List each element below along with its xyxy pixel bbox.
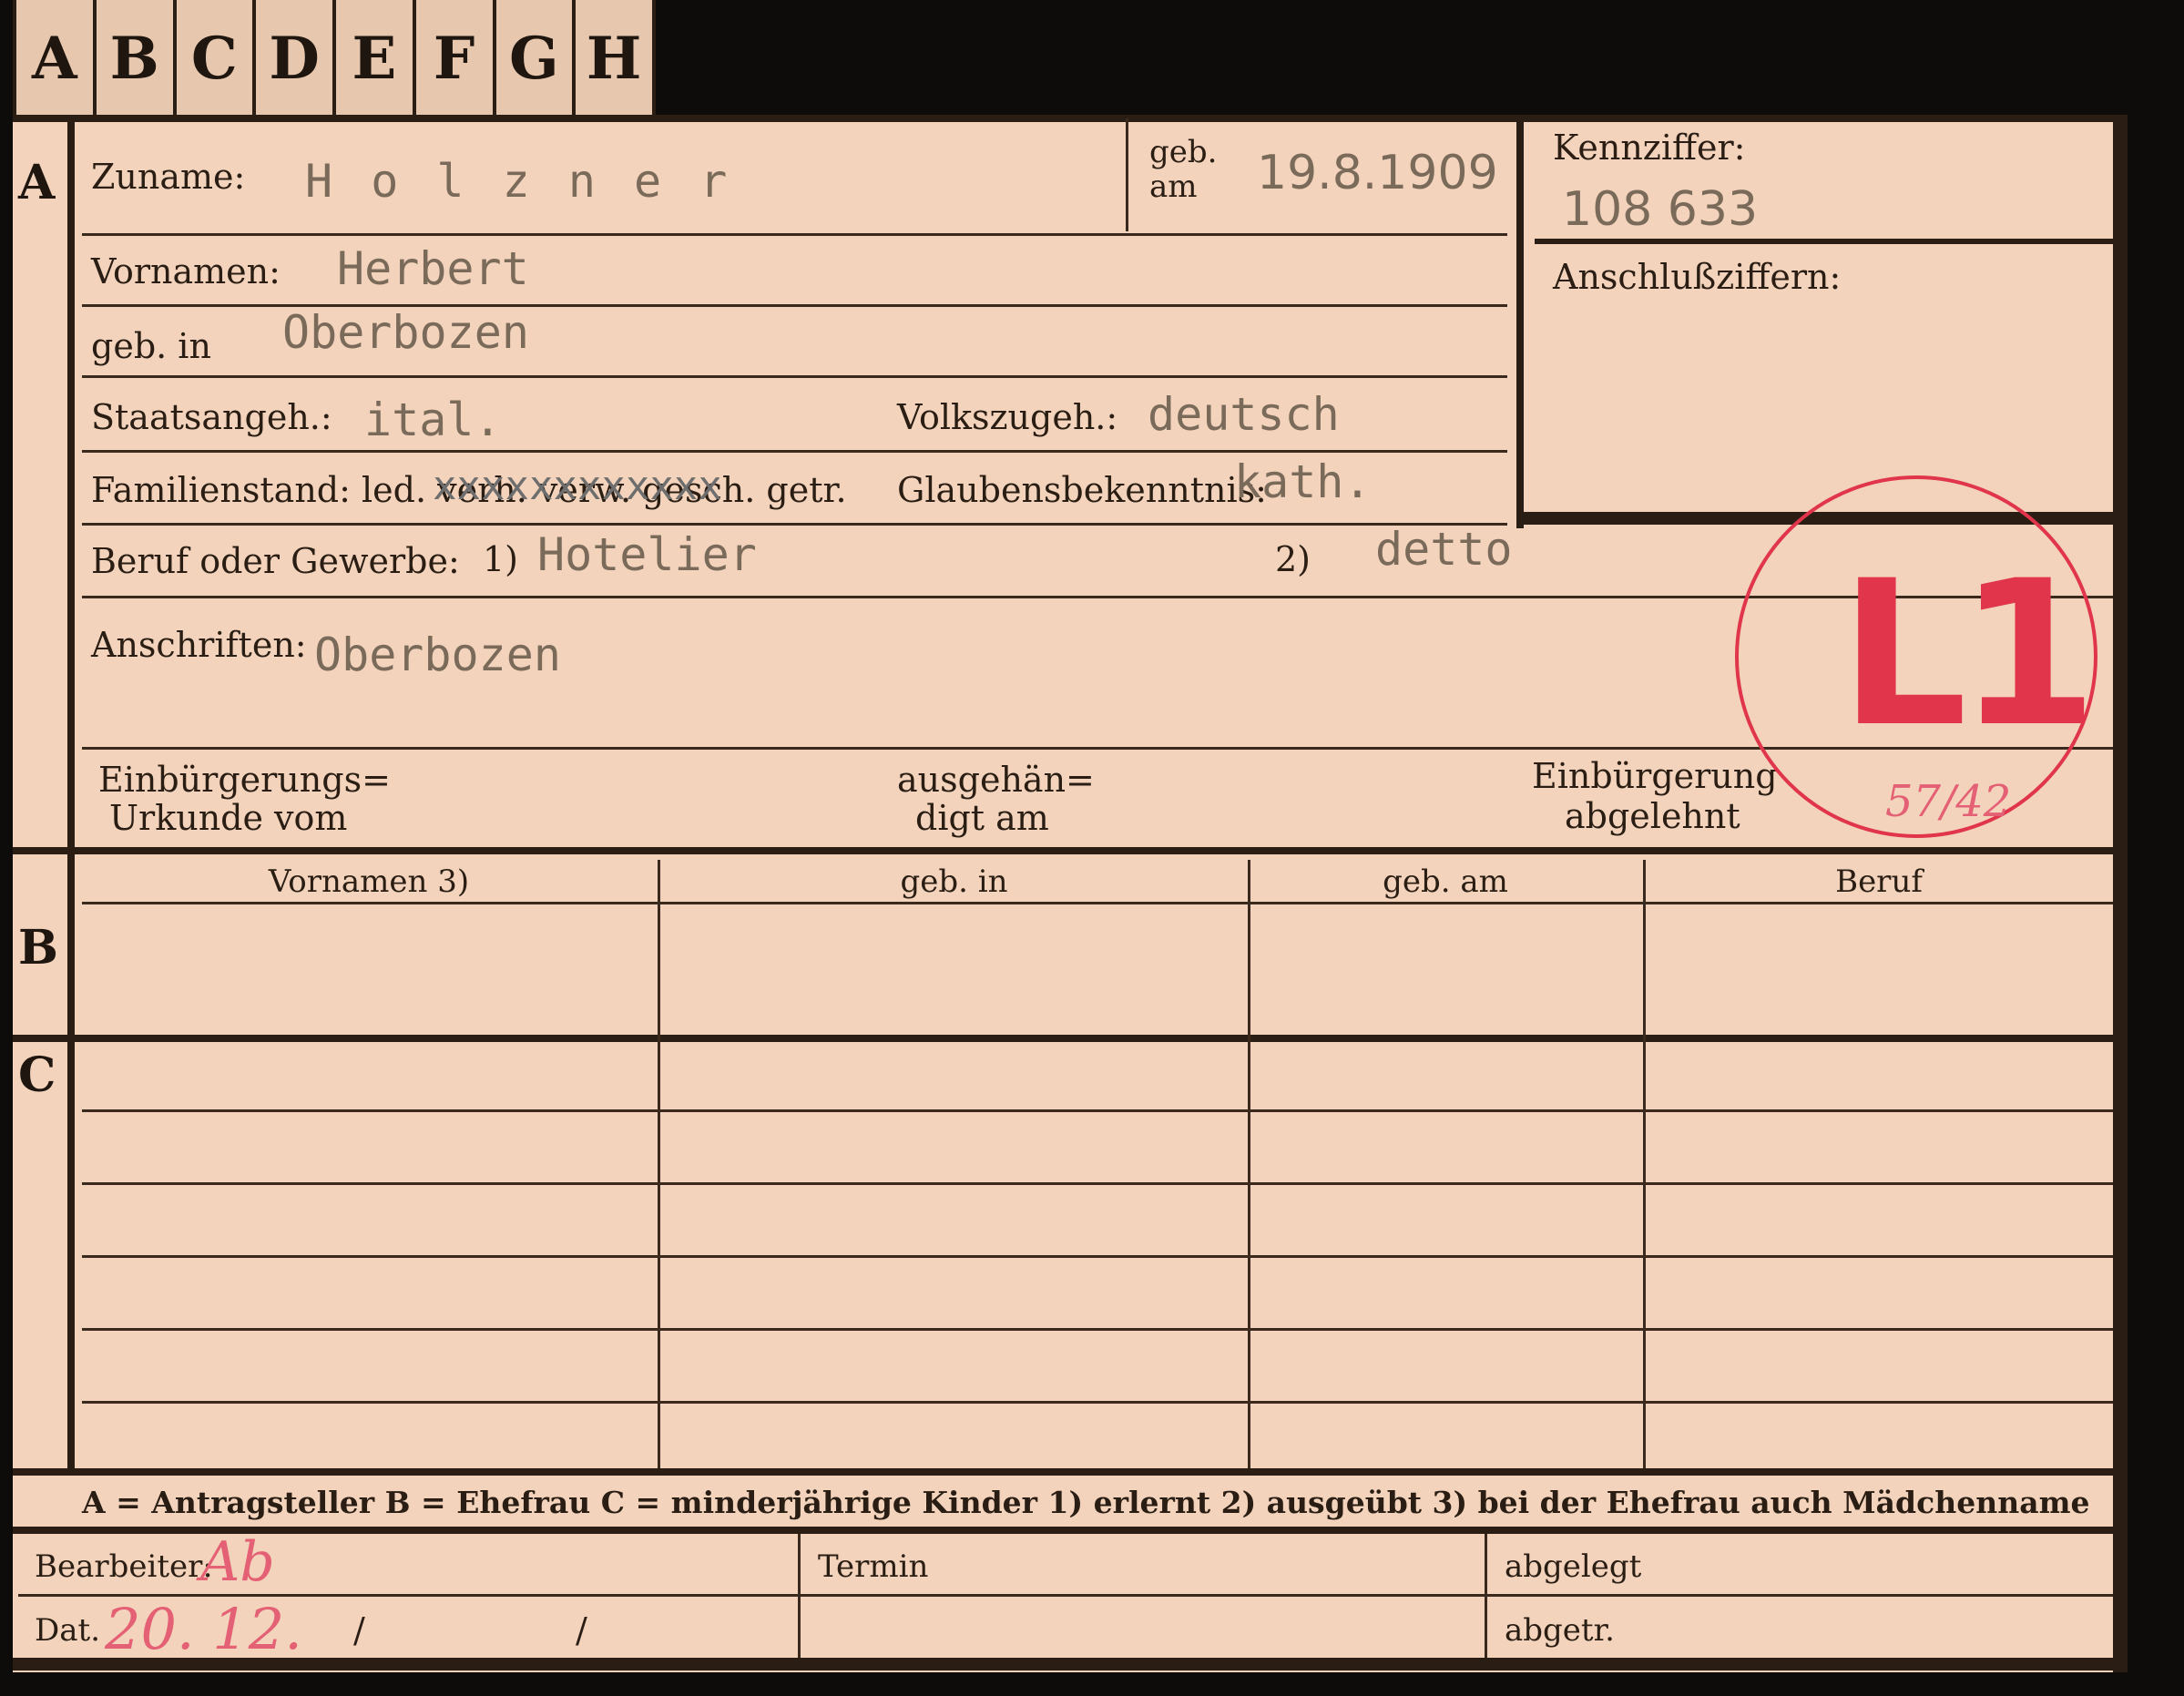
legend-bottom-border bbox=[13, 1527, 2117, 1534]
vornamen-value: Herbert bbox=[337, 242, 529, 295]
alphabet-tab-strip: A B C D E F G H bbox=[13, 0, 656, 120]
section-a-bottom-border bbox=[13, 847, 2117, 854]
stamp-code: L1 bbox=[1840, 537, 2097, 771]
bearbeiter-label: Bearbeiter: bbox=[35, 1548, 213, 1585]
rule bbox=[18, 1594, 2113, 1597]
rule bbox=[82, 523, 1507, 526]
tab-d[interactable]: D bbox=[256, 0, 336, 117]
col-divider bbox=[1643, 860, 1646, 1468]
col-divider bbox=[1248, 860, 1250, 1468]
beruf-label: Beruf oder Gewerbe: bbox=[91, 541, 460, 581]
beruf-ausgeuebt-value: detto bbox=[1375, 523, 1513, 576]
section-label-a: A bbox=[18, 155, 56, 210]
section-bc-vertical-rule bbox=[67, 856, 75, 1468]
section-label-c: C bbox=[18, 1047, 56, 1103]
rule bbox=[82, 450, 1507, 453]
kennziffer-rule bbox=[1535, 239, 2113, 244]
dat-value: 20. 12. bbox=[105, 1596, 302, 1662]
col-header-geb-am: geb. am bbox=[1383, 863, 1508, 900]
beruf-erlernt-value: Hotelier bbox=[537, 528, 757, 581]
beruf-note-1: 1) bbox=[483, 539, 519, 579]
geb-in-label: geb. in bbox=[91, 326, 211, 366]
abgetr-label: abgetr. bbox=[1505, 1612, 1615, 1649]
anschlussziffern-label: Anschlußziffern: bbox=[1553, 257, 1842, 297]
tab-h[interactable]: H bbox=[576, 0, 656, 117]
einbuergerungs-label: Einbürgerungs= bbox=[98, 760, 391, 800]
termin-label: Termin bbox=[818, 1548, 929, 1585]
rule bbox=[82, 233, 1507, 236]
volkszugeh-value: deutsch bbox=[1148, 388, 1340, 441]
table-row bbox=[82, 1182, 2113, 1185]
beruf-note-2: 2) bbox=[1275, 539, 1311, 579]
bearbeiter-signature: Ab bbox=[200, 1530, 275, 1594]
col-divider bbox=[658, 860, 660, 1468]
tab-f[interactable]: F bbox=[416, 0, 496, 117]
footer-divider bbox=[798, 1534, 801, 1658]
familienstand-overtype: xxxxxxxxxxxx bbox=[433, 463, 722, 509]
geb-am-label: geb. am bbox=[1149, 134, 1218, 205]
einbuergerung-label: Einbürgerung bbox=[1532, 756, 1778, 796]
tab-a[interactable]: A bbox=[13, 0, 97, 117]
top-border bbox=[13, 115, 2126, 122]
urkunde-label: Urkunde vom bbox=[109, 798, 348, 838]
abgelegt-label: abgelegt bbox=[1505, 1548, 1642, 1585]
kennziffer-box-left bbox=[1516, 115, 1524, 528]
tab-c[interactable]: C bbox=[177, 0, 257, 117]
card-right-edge bbox=[2113, 115, 2128, 1672]
digt-label: digt am bbox=[915, 798, 1049, 838]
col-header-beruf: Beruf bbox=[1835, 863, 1923, 900]
tab-g[interactable]: G bbox=[496, 0, 577, 117]
abgelehnt-label: abgelehnt bbox=[1565, 796, 1740, 836]
tab-e[interactable]: E bbox=[336, 0, 416, 117]
table-row bbox=[82, 1255, 2113, 1258]
table-row bbox=[82, 1401, 2113, 1404]
legend-top-border bbox=[13, 1468, 2117, 1476]
zuname-label: Zuname: bbox=[91, 157, 246, 197]
zuname-value: H o l z n e r bbox=[305, 155, 733, 208]
col-header-vornamen: Vornamen 3) bbox=[268, 863, 470, 900]
dat-label: Dat. bbox=[35, 1612, 101, 1649]
section-label-b: B bbox=[18, 920, 58, 976]
footer-divider bbox=[1485, 1534, 1487, 1658]
col-header-geb-in: geb. in bbox=[900, 863, 1008, 900]
legend: A = Antragsteller B = Ehefrau C = minder… bbox=[82, 1485, 2090, 1520]
ausgehaen-label: ausgehän= bbox=[897, 760, 1095, 800]
staatsangeh-label: Staatsangeh.: bbox=[91, 397, 332, 437]
table-row bbox=[82, 1328, 2113, 1331]
geb-am-divider bbox=[1126, 118, 1128, 231]
staatsangeh-value: ital. bbox=[364, 393, 502, 446]
rule bbox=[82, 902, 2113, 904]
dat-separator-1: / bbox=[353, 1610, 365, 1650]
section-b-bottom-border bbox=[13, 1035, 2117, 1042]
volkszugeh-label: Volkszugeh.: bbox=[897, 397, 1118, 437]
kennziffer-label: Kennziffer: bbox=[1553, 128, 1746, 168]
card-bottom-border bbox=[13, 1658, 2126, 1670]
vornamen-label: Vornamen: bbox=[91, 251, 281, 291]
glaubensbekenntnis-value: kath. bbox=[1234, 455, 1372, 508]
geb-in-value: Oberbozen bbox=[282, 306, 529, 359]
table-row bbox=[82, 1109, 2113, 1112]
anschriften-value: Oberbozen bbox=[314, 628, 561, 681]
dat-separator-2: / bbox=[576, 1610, 587, 1650]
rule bbox=[82, 375, 1507, 378]
kennziffer-value: 108 633 bbox=[1562, 182, 1759, 237]
glaubensbekenntnis-label: Glaubensbekenntnis: bbox=[897, 470, 1267, 510]
stamp-note: 57/42 bbox=[1885, 776, 2012, 827]
geb-am-value: 19.8.1909 bbox=[1257, 146, 1498, 200]
tab-b[interactable]: B bbox=[97, 0, 177, 117]
anschriften-label: Anschriften: bbox=[91, 625, 307, 665]
